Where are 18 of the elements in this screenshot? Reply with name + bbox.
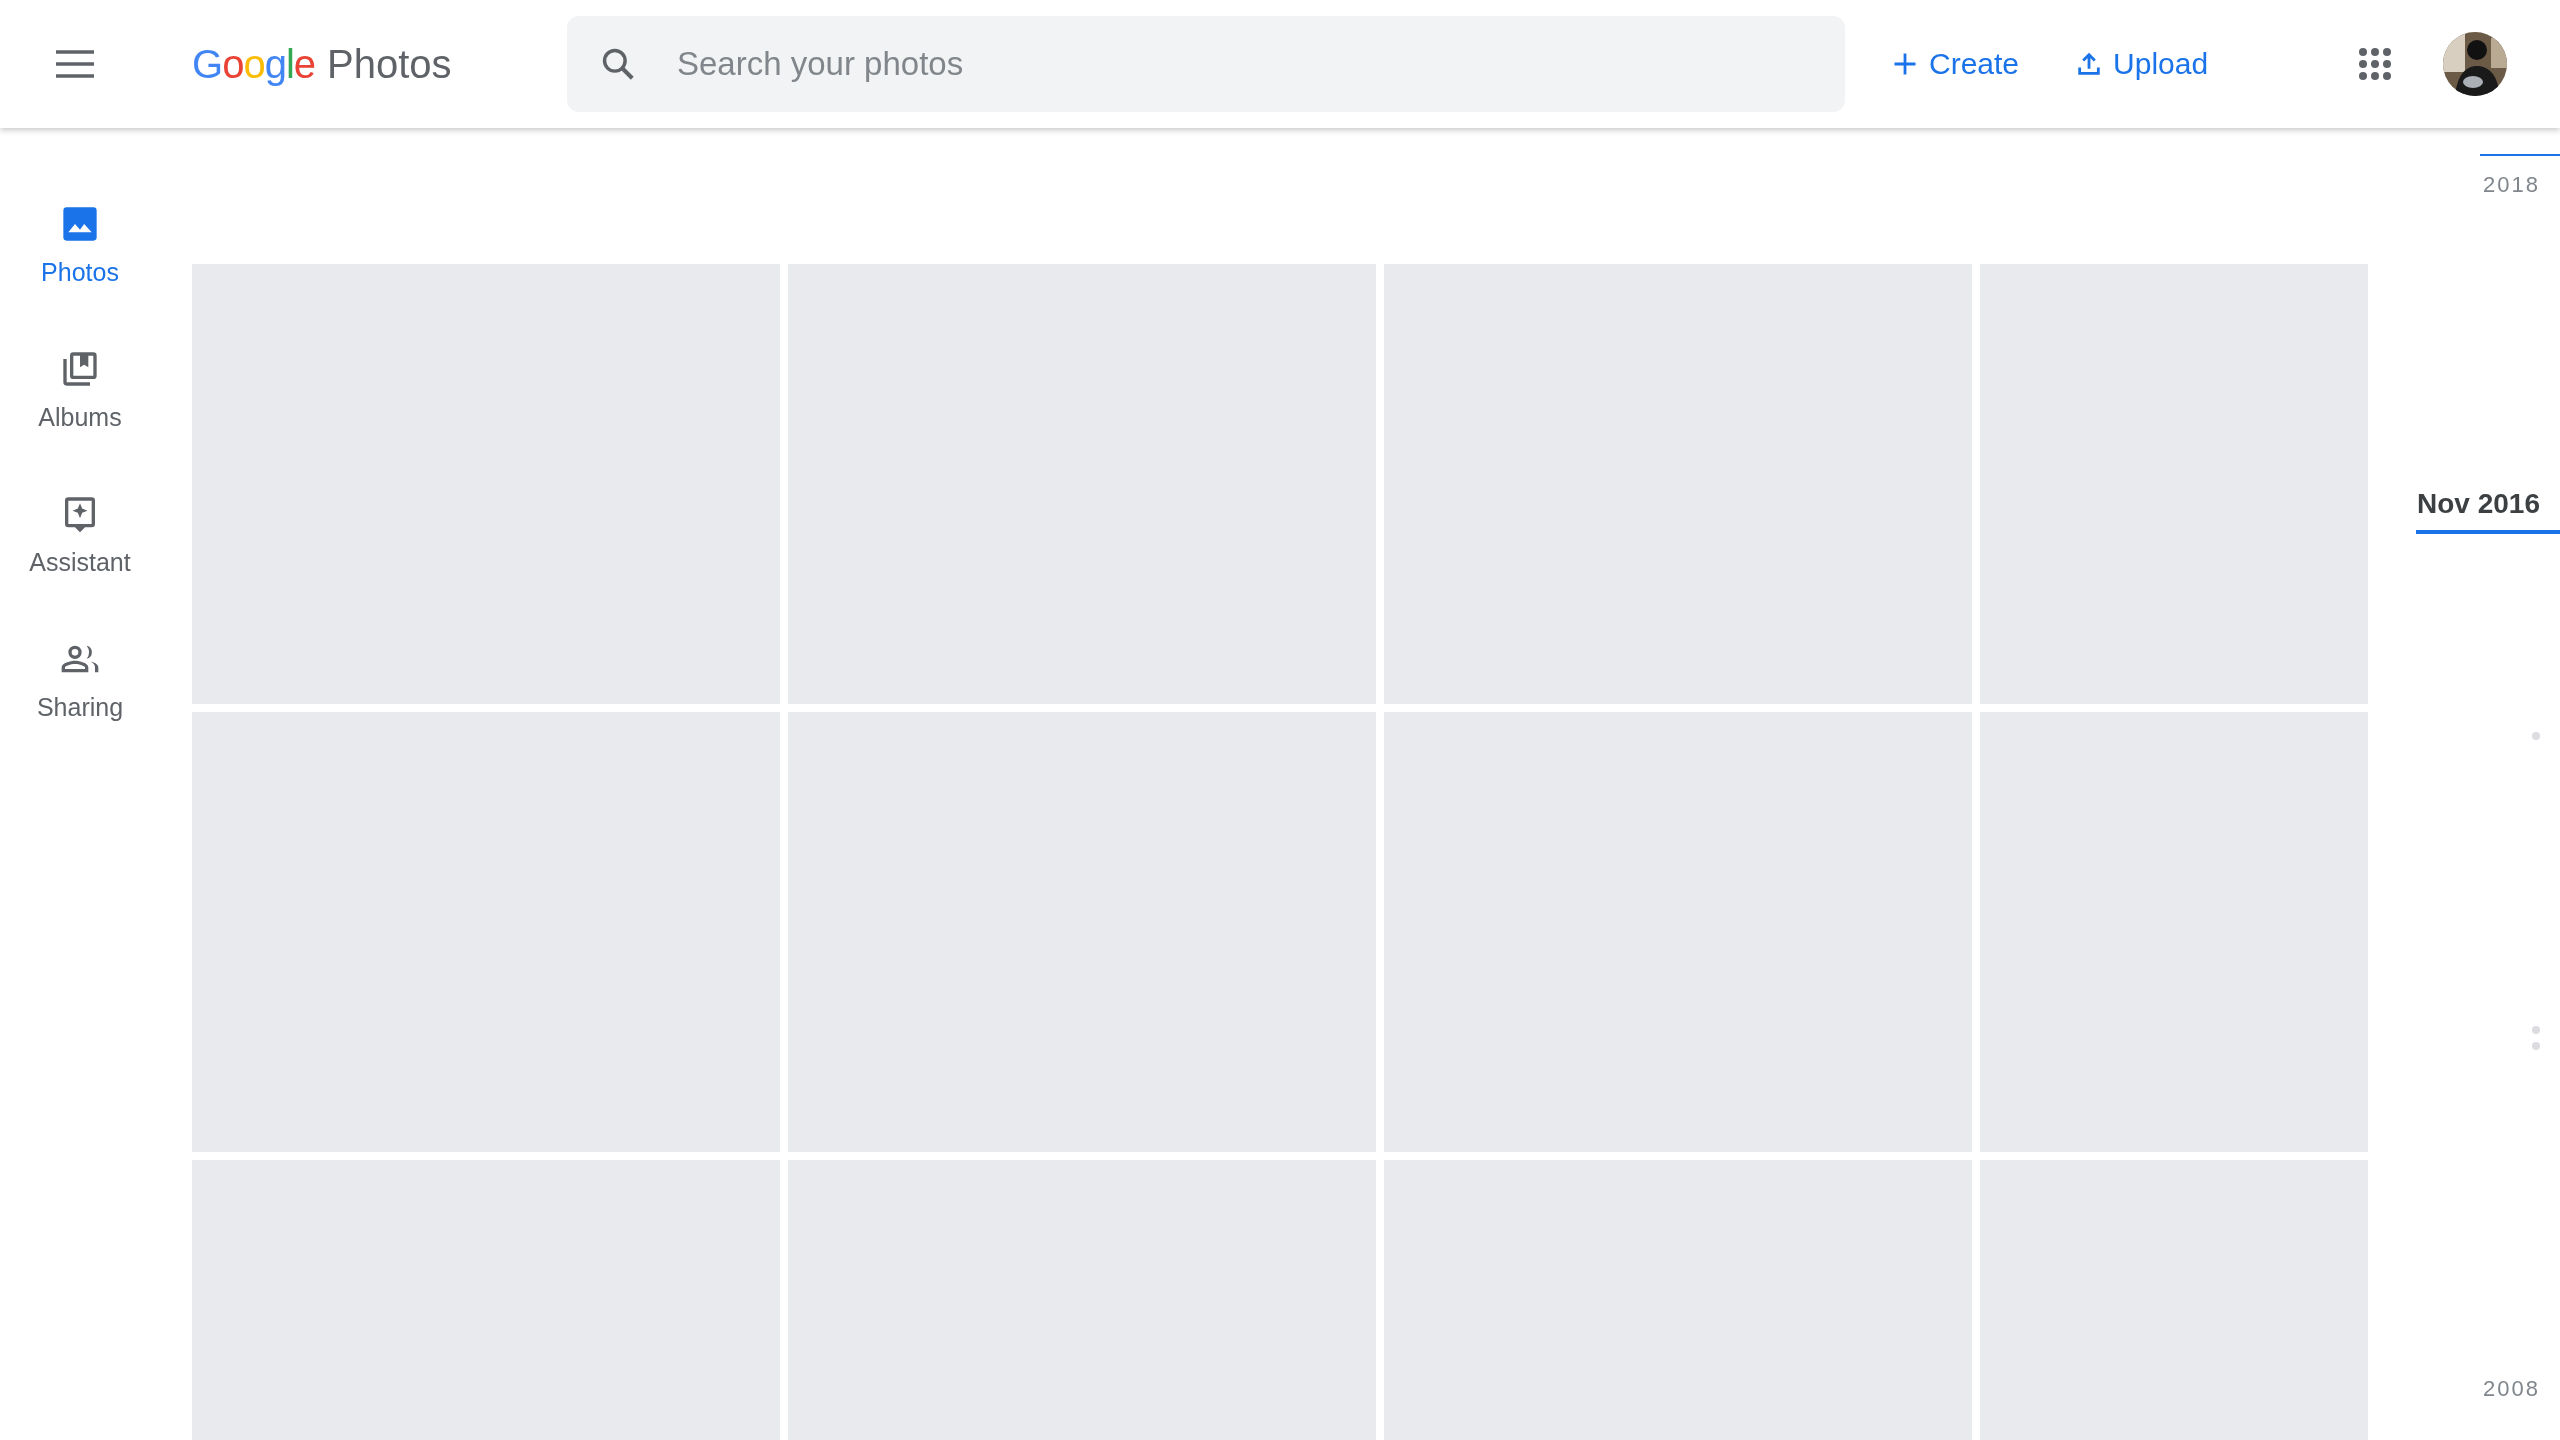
timeline-dot [2532, 1042, 2540, 1050]
upload-button[interactable]: Upload [2069, 39, 2215, 89]
create-button[interactable]: Create [1885, 39, 2026, 89]
nav-item[interactable]: Sharing [5, 639, 155, 722]
image-icon [60, 204, 100, 244]
menu-icon [56, 50, 94, 78]
logo[interactable]: Google Photos [192, 41, 529, 87]
timeline-date[interactable]: 2008 [2483, 1376, 2540, 1402]
timeline-dot [2532, 1026, 2540, 1034]
timeline-date[interactable]: Nov 2016 [2417, 488, 2540, 520]
search-field[interactable]: Search your photos [567, 16, 1845, 112]
nav-item[interactable]: Albums [5, 349, 155, 432]
albums-icon [60, 349, 100, 389]
apps-grid-icon [2358, 47, 2393, 81]
timeline-dot [2532, 732, 2540, 740]
nav-item[interactable]: Assistant [5, 494, 155, 577]
nav-item[interactable]: Photos [5, 204, 155, 287]
timeline-date[interactable]: 2018 [2483, 172, 2540, 198]
